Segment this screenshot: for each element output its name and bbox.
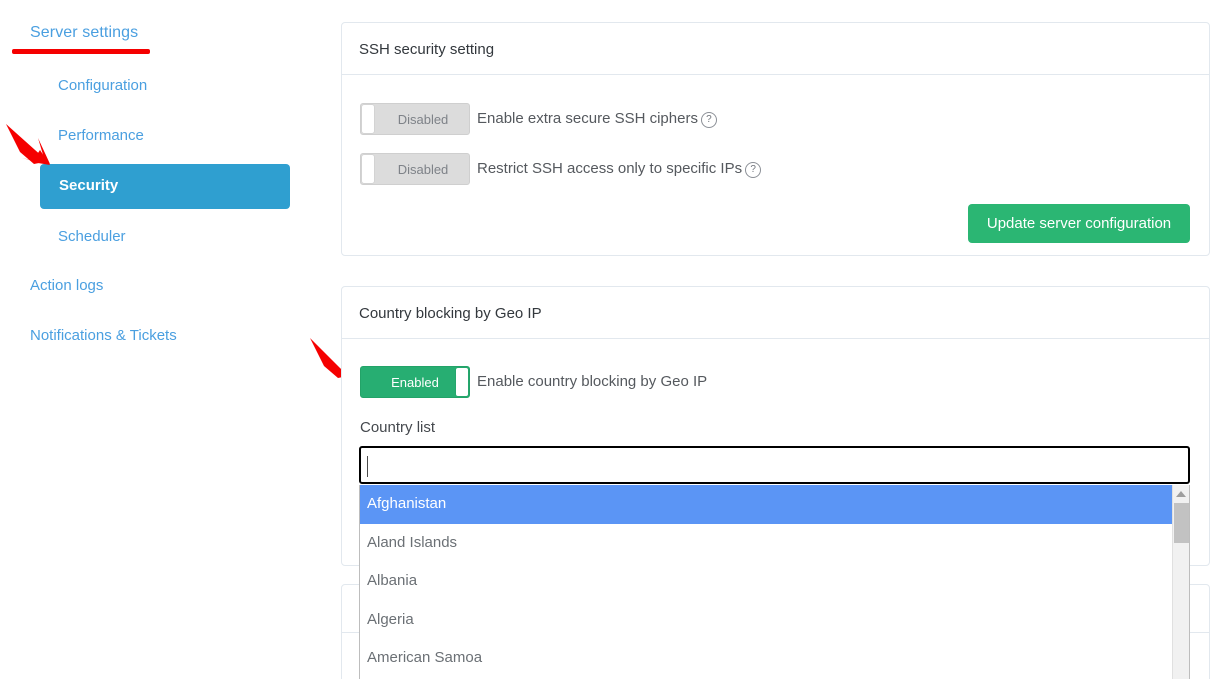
label-restrict-ssh-access: Restrict SSH access only to specific IPs…: [477, 160, 762, 178]
label-enable-extra-secure-ssh-ciphers: Enable extra secure SSH ciphers?: [477, 110, 717, 128]
scrollbar-thumb[interactable]: [1174, 503, 1189, 543]
toggle-restrict-ssh-access[interactable]: Disabled: [360, 153, 470, 185]
sidebar-item-server-settings[interactable]: Server settings: [30, 24, 138, 42]
toggle-state-label: Disabled: [397, 112, 449, 127]
list-item[interactable]: Afghanistan: [360, 485, 1172, 524]
sidebar-item-label: Performance: [58, 127, 144, 144]
card-header: SSH security setting: [342, 23, 1209, 75]
country-list-input[interactable]: [359, 446, 1190, 484]
country-dropdown[interactable]: Afghanistan Aland Islands Albania Algeri…: [359, 485, 1190, 679]
sidebar-item-scheduler[interactable]: Scheduler: [58, 228, 126, 245]
geo-card-title: Country blocking by Geo IP: [359, 305, 542, 322]
update-server-configuration-button[interactable]: Update server configuration: [968, 204, 1190, 243]
sidebar-item-label: Security: [59, 177, 119, 194]
card-header: Country blocking by Geo IP: [342, 287, 1209, 339]
list-item[interactable]: Aland Islands: [360, 524, 1172, 563]
country-dropdown-list: Afghanistan Aland Islands Albania Algeri…: [360, 485, 1172, 678]
sidebar-item-label: Scheduler: [58, 228, 126, 245]
text-caret: [367, 456, 368, 477]
sidebar-item-security[interactable]: Security: [40, 164, 290, 209]
toggle-state-label: Disabled: [397, 162, 449, 177]
question-circle-icon[interactable]: ?: [700, 112, 717, 128]
sidebar-item-label: Action logs: [30, 277, 104, 294]
dropdown-scrollbar[interactable]: [1172, 485, 1189, 679]
toggle-enable-country-blocking[interactable]: Enabled: [360, 366, 470, 398]
sidebar-item-label: Server settings: [30, 24, 139, 41]
switch-text: Restrict SSH access only to specific IPs: [477, 160, 743, 177]
red-underline-annotation: [12, 49, 150, 54]
ssh-card-title: SSH security setting: [359, 41, 495, 58]
list-item[interactable]: Algeria: [360, 601, 1172, 640]
toggle-state-label: Enabled: [391, 375, 439, 390]
toggle-enable-extra-secure-ssh-ciphers[interactable]: Disabled: [360, 103, 470, 135]
switch-text: Enable country blocking by Geo IP: [477, 373, 708, 390]
switch-text: Enable extra secure SSH ciphers: [477, 110, 698, 127]
country-list-label: Country list: [360, 419, 436, 436]
sidebar-item-label: Notifications & Tickets: [30, 327, 177, 344]
list-item[interactable]: Albania: [360, 562, 1172, 601]
sidebar-item-label: Configuration: [58, 77, 148, 94]
sidebar-item-configuration[interactable]: Configuration: [58, 77, 147, 94]
sidebar: Server settings Configuration Performanc…: [0, 0, 340, 679]
sidebar-item-performance[interactable]: Performance: [58, 127, 144, 144]
sidebar-item-action-logs[interactable]: Action logs: [30, 277, 103, 294]
label-enable-country-blocking: Enable country blocking by Geo IP: [477, 373, 707, 390]
sidebar-item-notifications-tickets[interactable]: Notifications & Tickets: [30, 327, 177, 344]
question-circle-icon[interactable]: ?: [745, 162, 762, 178]
triangle-up-icon[interactable]: [1173, 485, 1189, 502]
app-root: Server settings Configuration Performanc…: [0, 0, 1227, 679]
list-item[interactable]: American Samoa: [360, 639, 1172, 678]
